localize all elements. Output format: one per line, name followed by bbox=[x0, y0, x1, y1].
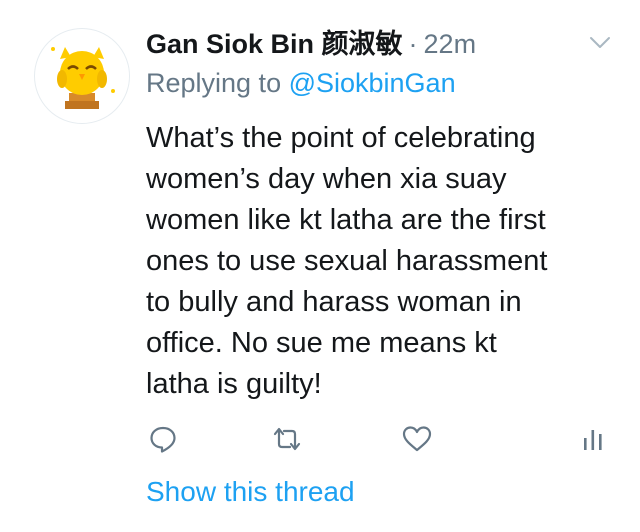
author-name[interactable]: Gan Siok Bin 颜淑敏 bbox=[146, 22, 403, 61]
show-thread-link[interactable]: Show this thread bbox=[146, 476, 355, 508]
tweet-text: What’s the point of celebrating women’s … bbox=[146, 118, 616, 405]
analytics-button[interactable] bbox=[576, 422, 610, 456]
chevron-down-icon[interactable] bbox=[588, 30, 612, 54]
reply-button[interactable] bbox=[146, 422, 180, 456]
tweet-text-line: latha is guilty! bbox=[146, 368, 322, 400]
like-button[interactable] bbox=[400, 422, 434, 456]
tweet-text-line: women’s day when xia suay bbox=[146, 163, 507, 195]
tweet-text-line: office. No sue me means kt bbox=[146, 327, 497, 359]
reply-icon bbox=[150, 426, 176, 453]
heart-icon bbox=[402, 426, 432, 452]
tweet-text-line: What’s the point of celebrating bbox=[146, 122, 536, 154]
avatar[interactable] bbox=[34, 28, 130, 124]
replying-to: Replying to @SiokbinGan bbox=[146, 68, 456, 99]
retweet-icon bbox=[273, 427, 301, 451]
tweet-text-line: to bully and harass woman in bbox=[146, 286, 522, 318]
owl-avatar-icon bbox=[51, 47, 115, 109]
separator-dot: · bbox=[408, 29, 418, 59]
replying-handle-link[interactable]: @SiokbinGan bbox=[289, 68, 456, 98]
tweet-text-line: ones to use sexual harassment bbox=[146, 245, 548, 277]
tweet-actions bbox=[146, 422, 616, 458]
tweet-header: Gan Siok Bin 颜淑敏 · 22m bbox=[146, 22, 476, 62]
tweet-text-line: women like kt latha are the first bbox=[146, 204, 546, 236]
analytics-icon bbox=[584, 430, 602, 450]
replying-prefix: Replying to bbox=[146, 68, 289, 98]
retweet-button[interactable] bbox=[270, 422, 304, 456]
timestamp[interactable]: 22m bbox=[424, 29, 477, 60]
